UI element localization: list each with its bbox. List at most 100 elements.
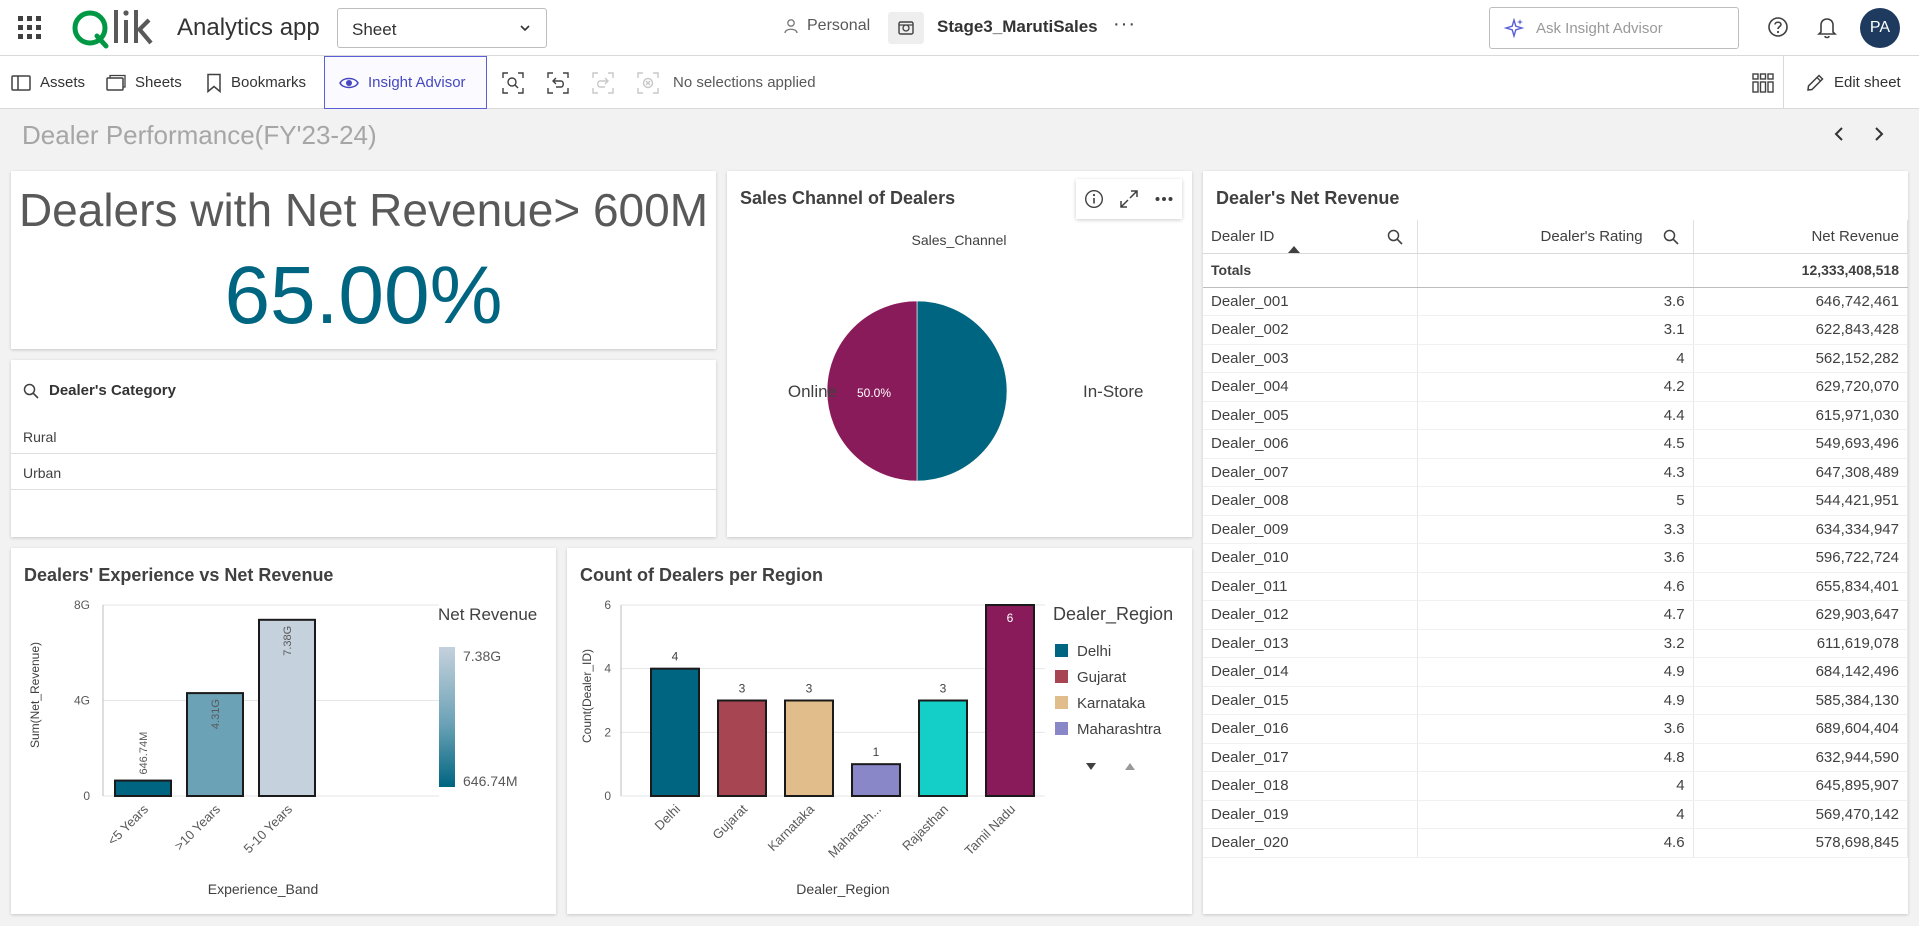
experience-chart-panel[interactable]: Dealers' Experience vs Net Revenue 0 4G 8G… <box>11 548 556 914</box>
dealer-category-filter[interactable]: Dealer's Category Rural Urban <box>11 360 716 537</box>
net-revenue-cell: 569,470,142 <box>1693 800 1908 829</box>
color-scale-legend <box>439 647 455 787</box>
apps-grid-icon[interactable] <box>18 16 42 40</box>
table-row[interactable]: Dealer_002 3.1 622,843,428 <box>1203 315 1908 345</box>
insight-advisor-button[interactable]: Insight Advisor <box>324 56 487 109</box>
assets-button[interactable]: Assets <box>11 56 85 109</box>
table-row[interactable]: Dealer_013 3.2 611,619,078 <box>1203 629 1908 658</box>
edit-sheet-button[interactable]: Edit sheet <box>1805 56 1901 109</box>
grid-layout-button[interactable] <box>1751 71 1775 95</box>
clear-selections-button[interactable] <box>636 71 660 95</box>
step-back-button[interactable] <box>546 71 570 95</box>
bookmark-icon <box>207 73 221 93</box>
qlik-logo[interactable] <box>70 6 160 50</box>
info-icon[interactable] <box>1084 189 1104 209</box>
legend-swatch <box>1055 644 1068 657</box>
bookmarks-button[interactable]: Bookmarks <box>206 56 306 109</box>
filter-item-urban[interactable]: Urban <box>11 454 716 490</box>
filter-item-rural[interactable]: Rural <box>11 418 716 454</box>
help-icon[interactable] <box>1767 16 1789 38</box>
ask-insight-advisor-input[interactable] <box>1536 19 1716 37</box>
x-tick-label: Tamil Nadu <box>962 802 1019 859</box>
column-header-label: Dealer ID <box>1211 227 1275 245</box>
bar[interactable] <box>650 667 700 797</box>
legend-item-label[interactable]: Gujarat <box>1077 669 1127 686</box>
experience-bar-chart[interactable]: 0 4G 8G 646.74M <5 Years 4.31G >10 Years 7.38G… <box>11 548 556 914</box>
column-header-rating[interactable]: Dealer's Rating <box>1417 220 1694 254</box>
bar[interactable] <box>851 763 901 798</box>
app-name: Stage3_MarutiSales <box>937 17 1098 36</box>
bar[interactable] <box>918 699 968 797</box>
table-row[interactable]: Dealer_005 4.4 615,971,030 <box>1203 401 1908 430</box>
legend-scroll-up-icon[interactable] <box>1125 763 1135 770</box>
table-row[interactable]: Dealer_016 3.6 689,604,404 <box>1203 714 1908 744</box>
pie-slice-in-store[interactable] <box>916 300 1008 482</box>
top-bar: Analytics app Sheet Personal Stage3_Maru… <box>0 0 1919 56</box>
rating-cell: 4.9 <box>1417 657 1694 687</box>
table-row[interactable]: Dealer_015 4.9 585,384,130 <box>1203 686 1908 715</box>
rating-cell: 4.7 <box>1417 600 1694 630</box>
dealer-id-cell: Dealer_019 <box>1203 800 1418 829</box>
dealer-id-cell: Dealer_005 <box>1203 401 1418 430</box>
legend-scroll-down-icon[interactable] <box>1086 763 1096 770</box>
smart-search-button[interactable] <box>501 71 525 95</box>
insight-advisor-icon <box>339 77 359 88</box>
sheet-dropdown-label: Sheet <box>352 20 397 39</box>
assets-label: Assets <box>40 74 86 91</box>
next-sheet-button[interactable] <box>1867 122 1891 148</box>
sheets-button[interactable]: Sheets <box>106 56 182 109</box>
region-chart-panel[interactable]: Count of Dealers per Region 0246 4 Delhi 3… <box>567 548 1192 914</box>
bar-value-label: 3 <box>739 682 746 696</box>
table-row[interactable]: Dealer_019 4 569,470,142 <box>1203 800 1908 829</box>
pie-chart[interactable]: Sales_Channel In-Store Online 50.0% 50.0… <box>727 221 1192 531</box>
table-row[interactable]: Dealer_008 5 544,421,951 <box>1203 486 1908 516</box>
avatar[interactable]: PA <box>1860 8 1900 48</box>
bar[interactable] <box>717 699 767 797</box>
region-bar-chart[interactable]: 0 2 4 6 4 Delhi 3 Gujarat 3 Karnataka 1 Maharash..… <box>567 548 1192 914</box>
selections-status: No selections applied <box>673 74 816 91</box>
table-row[interactable]: Dealer_011 4.6 655,834,401 <box>1203 572 1908 601</box>
table-row[interactable]: Dealer_004 4.2 629,720,070 <box>1203 372 1908 402</box>
rating-cell: 4 <box>1417 771 1694 801</box>
sales-channel-panel[interactable]: Sales Channel of Dealers Sales_Channel I… <box>727 171 1192 537</box>
y-tick-label: 4G <box>74 694 90 708</box>
bar[interactable] <box>985 604 1035 797</box>
x-tick-label: Gujarat <box>709 801 750 842</box>
table-row[interactable]: Dealer_014 4.9 684,142,496 <box>1203 657 1908 687</box>
legend-item-label[interactable]: Delhi <box>1077 643 1111 660</box>
sheets-icon <box>106 74 126 91</box>
legend-item-label[interactable]: Karnataka <box>1077 695 1146 712</box>
column-header-net-revenue[interactable]: Net Revenue <box>1693 220 1908 254</box>
table-row[interactable]: Dealer_003 4 562,152,282 <box>1203 344 1908 373</box>
search-icon[interactable] <box>1387 229 1403 249</box>
table-row[interactable]: Dealer_006 4.5 549,693,496 <box>1203 429 1908 459</box>
more-options-icon[interactable] <box>1154 189 1174 209</box>
table-row[interactable]: Dealer_009 3.3 634,334,947 <box>1203 515 1908 544</box>
table-row[interactable]: Dealer_020 4.6 578,698,845 <box>1203 828 1908 858</box>
table-row[interactable]: Dealer_001 3.6 646,742,461 <box>1203 287 1908 316</box>
more-options-button[interactable]: ··· <box>1113 13 1136 36</box>
dealer-id-cell: Dealer_003 <box>1203 344 1418 373</box>
notifications-bell-icon[interactable] <box>1816 15 1838 39</box>
net-revenue-cell: 544,421,951 <box>1693 486 1908 516</box>
table-row[interactable]: Dealer_012 4.7 629,903,647 <box>1203 600 1908 630</box>
step-forward-button[interactable] <box>591 71 615 95</box>
net-revenue-table-panel[interactable]: Dealer's Net Revenue Dealer ID Dealer's … <box>1203 171 1908 914</box>
legend-item-label[interactable]: Maharashtra <box>1077 721 1162 738</box>
sheet-dropdown[interactable]: Sheet <box>337 8 547 48</box>
rating-cell: 4.9 <box>1417 686 1694 715</box>
column-header-dealer-id[interactable]: Dealer ID <box>1203 220 1418 254</box>
search-icon[interactable] <box>1663 229 1679 249</box>
table-row[interactable]: Dealer_010 3.6 596,722,724 <box>1203 543 1908 573</box>
filter-header[interactable]: Dealer's Category <box>23 382 176 399</box>
expand-icon[interactable] <box>1119 189 1139 209</box>
table-row[interactable]: Dealer_007 4.3 647,308,489 <box>1203 458 1908 487</box>
kpi-panel[interactable]: Dealers with Net Revenue> 600M 65.00% <box>11 171 716 349</box>
dealer-id-cell: Dealer_007 <box>1203 458 1418 487</box>
ask-insight-advisor-box[interactable] <box>1489 7 1739 49</box>
table-row[interactable]: Dealer_017 4.8 632,944,590 <box>1203 743 1908 772</box>
table-row[interactable]: Dealer_018 4 645,895,907 <box>1203 771 1908 801</box>
bar[interactable] <box>784 699 834 797</box>
previous-sheet-button[interactable] <box>1827 122 1851 148</box>
bar[interactable] <box>114 779 172 797</box>
